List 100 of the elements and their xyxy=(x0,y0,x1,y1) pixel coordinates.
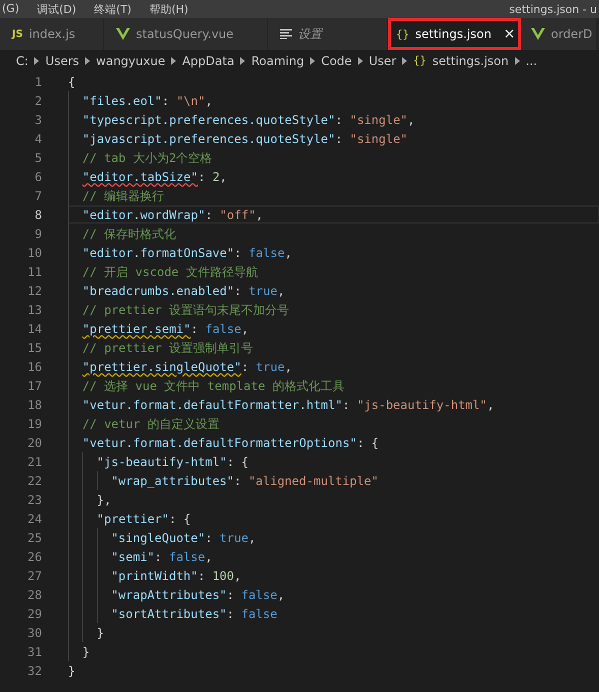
code-key: "prettier.singleQuote" xyxy=(82,360,242,378)
menu-item[interactable]: (G) xyxy=(2,2,20,16)
line-number: 14 xyxy=(26,322,42,336)
line-number: 10 xyxy=(26,246,42,260)
code-punctuation: : { xyxy=(226,454,249,470)
code-punctuation: : xyxy=(241,360,250,376)
menu-item[interactable]: 帮助(H) xyxy=(149,2,188,16)
code-punctuation: : { xyxy=(169,512,191,528)
code-punctuation: : xyxy=(190,322,199,338)
breadcrumb-item[interactable]: Code xyxy=(321,54,352,68)
editor-tab[interactable]: 设置 xyxy=(268,18,388,50)
line-number: 26 xyxy=(26,550,42,564)
code-punctuation: , xyxy=(256,208,264,224)
breadcrumb-item[interactable]: ... xyxy=(526,54,538,68)
code-keyword: false xyxy=(241,606,278,622)
code-punctuation: : xyxy=(205,530,214,546)
chevron-right-icon xyxy=(514,56,520,64)
line-number: 19 xyxy=(26,416,42,430)
code-comment: // 开启 vscode 文件路径导航 xyxy=(82,264,258,280)
line-number: 5 xyxy=(34,150,42,164)
code-string: "js-beautify-html" xyxy=(356,398,487,414)
chevron-right-icon xyxy=(240,56,246,64)
line-number: 21 xyxy=(26,454,42,468)
line-number: 4 xyxy=(34,132,42,146)
line-number: 30 xyxy=(26,626,42,640)
code-comment: // vetur 的自定义设置 xyxy=(82,416,220,432)
window-title: settings.json - u xyxy=(509,2,598,16)
lines-icon xyxy=(280,29,292,39)
code-key: "singleQuote" xyxy=(111,530,206,548)
code-key: "vetur.format.defaultFormatter.html" xyxy=(82,398,342,416)
chevron-right-icon xyxy=(358,56,363,64)
code-keyword: false xyxy=(168,550,206,566)
editor-tab[interactable]: orderD xyxy=(521,18,598,50)
chevron-right-icon xyxy=(34,56,40,64)
code-punctuation: : xyxy=(205,208,214,224)
code-punctuation: } xyxy=(96,626,104,642)
vue-file-icon xyxy=(116,28,130,40)
line-number: 17 xyxy=(26,378,42,392)
code-keyword: true xyxy=(220,530,248,546)
code-comment: // prettier 设置语句末尾不加分号 xyxy=(82,302,290,318)
code-key: "printWidth" xyxy=(111,568,198,586)
line-number: 1 xyxy=(34,74,42,88)
vue-file-icon xyxy=(531,28,545,40)
code-punctuation: , xyxy=(277,588,285,604)
breadcrumb-item[interactable]: settings.json xyxy=(432,54,509,68)
chevron-right-icon xyxy=(402,56,408,64)
breadcrumb-item[interactable]: Roaming xyxy=(251,54,304,68)
code-punctuation: : xyxy=(198,170,206,186)
code-keyword: true xyxy=(256,360,285,376)
code-key: "javascript.preferences.quoteStyle" xyxy=(82,132,336,150)
line-number: 22 xyxy=(26,474,42,488)
code-key: "typescript.preferences.quoteStyle" xyxy=(82,112,336,130)
breadcrumb-item[interactable]: Users xyxy=(45,54,80,68)
line-number: 18 xyxy=(26,398,42,412)
breadcrumb-item[interactable]: wangyuxue xyxy=(96,54,166,68)
code-punctuation: : xyxy=(342,398,351,414)
close-button[interactable]: × xyxy=(503,26,516,42)
code-punctuation: , xyxy=(248,530,256,546)
code-comment: // 编辑器换行 xyxy=(82,188,164,204)
code-punctuation: , xyxy=(284,360,292,376)
editor-tab[interactable]: {} settings.json × xyxy=(388,18,521,50)
code-punctuation: : xyxy=(335,132,344,148)
code-punctuation: : xyxy=(154,550,163,566)
line-number: 20 xyxy=(26,436,42,450)
code-punctuation: : xyxy=(335,112,344,128)
code-key: "wrapAttributes" xyxy=(111,588,227,606)
line-number: 11 xyxy=(26,264,42,278)
line-number: 2 xyxy=(34,94,42,108)
code-keyword: true xyxy=(248,284,278,300)
line-number: 31 xyxy=(26,644,42,658)
code-comment: // tab 大小为2个空格 xyxy=(82,150,212,166)
code-comment: // 保存时格式化 xyxy=(82,226,176,242)
code-punctuation: : xyxy=(226,588,235,604)
code-string: "single" xyxy=(350,132,408,148)
chevron-right-icon xyxy=(171,56,176,64)
menu-item[interactable]: 调试(D) xyxy=(37,2,76,16)
code-string: "aligned-multiple" xyxy=(248,474,378,490)
code-punctuation: , xyxy=(241,322,249,338)
breadcrumb-item[interactable]: AppData xyxy=(182,54,234,68)
line-number: 28 xyxy=(26,588,42,602)
line-number: 32 xyxy=(26,664,42,678)
editor-tab[interactable]: statusQuery.vue xyxy=(104,18,268,50)
json-file-icon: {} xyxy=(413,54,426,67)
code-keyword: false xyxy=(205,322,242,338)
code-punctuation: } xyxy=(68,664,76,680)
code-key: "files.eol" xyxy=(82,94,162,112)
code-string: "\n" xyxy=(176,94,206,110)
code-punctuation: , xyxy=(234,568,242,584)
code-punctuation: , xyxy=(284,246,292,262)
code-keyword: false xyxy=(241,588,278,604)
code-punctuation: , xyxy=(205,94,212,110)
code-number: 100 xyxy=(212,568,234,584)
code-key: "editor.formatOnSave" xyxy=(82,246,234,264)
line-number: 3 xyxy=(34,112,42,126)
editor-tab[interactable]: JS index.js xyxy=(0,18,104,50)
breadcrumb-item[interactable]: C: xyxy=(16,54,28,68)
code-punctuation: , xyxy=(408,112,415,128)
code-key: "js-beautify-html" xyxy=(96,454,227,472)
breadcrumb-item[interactable]: User xyxy=(368,54,396,68)
menu-item[interactable]: 终端(T) xyxy=(94,2,132,16)
